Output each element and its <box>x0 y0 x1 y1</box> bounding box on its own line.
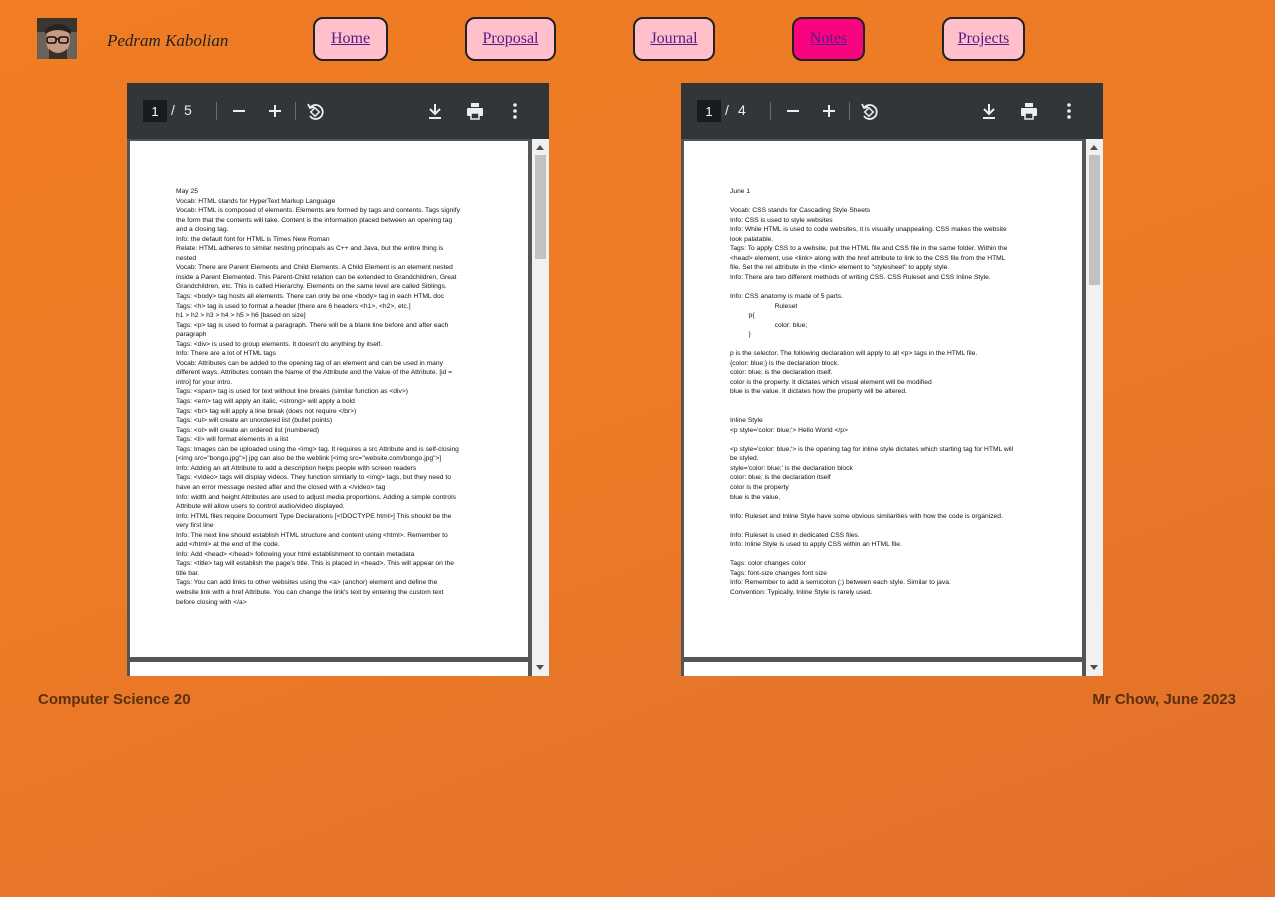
scroll-thumb[interactable] <box>1089 155 1100 285</box>
toolbar-divider <box>849 102 850 120</box>
toolbar-divider <box>295 102 296 120</box>
download-icon[interactable] <box>977 99 1001 123</box>
pdf-toolbar: 1 / 4 <box>681 83 1103 139</box>
page-text: June 1 Vocab: CSS stands for Cascading S… <box>730 188 1014 596</box>
zoom-out-icon[interactable] <box>227 99 251 123</box>
pdf-page: June 1 Vocab: CSS stands for Cascading S… <box>684 141 1082 657</box>
author-avatar <box>37 18 77 59</box>
author-name: Pedram Kabolian <box>107 31 229 50</box>
nav-journal-link[interactable]: Journal <box>633 17 715 61</box>
rotate-icon[interactable] <box>857 99 881 123</box>
nav-notes-link[interactable]: Notes <box>792 17 865 61</box>
pdf-toolbar: 1 / 5 <box>127 83 549 139</box>
toolbar-divider <box>770 102 771 120</box>
zoom-in-icon[interactable] <box>817 99 841 123</box>
pdf-page: May 25 Vocab: HTML stands for HyperText … <box>130 141 528 657</box>
nav-projects-link[interactable]: Projects <box>942 17 1025 61</box>
print-icon[interactable] <box>1017 99 1041 123</box>
scroll-down-icon[interactable] <box>536 665 544 670</box>
scroll-up-icon[interactable] <box>1090 145 1098 150</box>
zoom-in-icon[interactable] <box>263 99 287 123</box>
footer-teacher-date: Mr Chow, June 2023 <box>1092 691 1236 708</box>
scroll-thumb[interactable] <box>535 155 546 259</box>
pdf-next-page <box>684 662 1082 676</box>
page-total: 5 <box>184 102 192 118</box>
page-number-input[interactable]: 1 <box>143 100 167 122</box>
more-icon[interactable] <box>503 99 527 123</box>
footer-course: Computer Science 20 <box>38 691 191 708</box>
pdf-viewer-may25[interactable]: 1 / 5 May 25 Vocab: HTML stands for Hype… <box>127 83 549 676</box>
print-icon[interactable] <box>463 99 487 123</box>
more-icon[interactable] <box>1057 99 1081 123</box>
page-separator: / <box>171 102 175 118</box>
page-total: 4 <box>738 102 746 118</box>
zoom-out-icon[interactable] <box>781 99 805 123</box>
toolbar-divider <box>216 102 217 120</box>
scroll-up-icon[interactable] <box>536 145 544 150</box>
pdf-scrollbar[interactable] <box>532 139 549 676</box>
nav-home-link[interactable]: Home <box>313 17 388 61</box>
rotate-icon[interactable] <box>303 99 327 123</box>
download-icon[interactable] <box>423 99 447 123</box>
page-number-input[interactable]: 1 <box>697 100 721 122</box>
nav-proposal-link[interactable]: Proposal <box>465 17 556 61</box>
pdf-next-page <box>130 662 528 676</box>
pdf-viewer-june1[interactable]: 1 / 4 June 1 Vocab: CSS stands for Casca… <box>681 83 1103 676</box>
page-separator: / <box>725 102 729 118</box>
page-text: May 25 Vocab: HTML stands for HyperText … <box>176 188 460 606</box>
pdf-scrollbar[interactable] <box>1086 139 1103 676</box>
scroll-down-icon[interactable] <box>1090 665 1098 670</box>
